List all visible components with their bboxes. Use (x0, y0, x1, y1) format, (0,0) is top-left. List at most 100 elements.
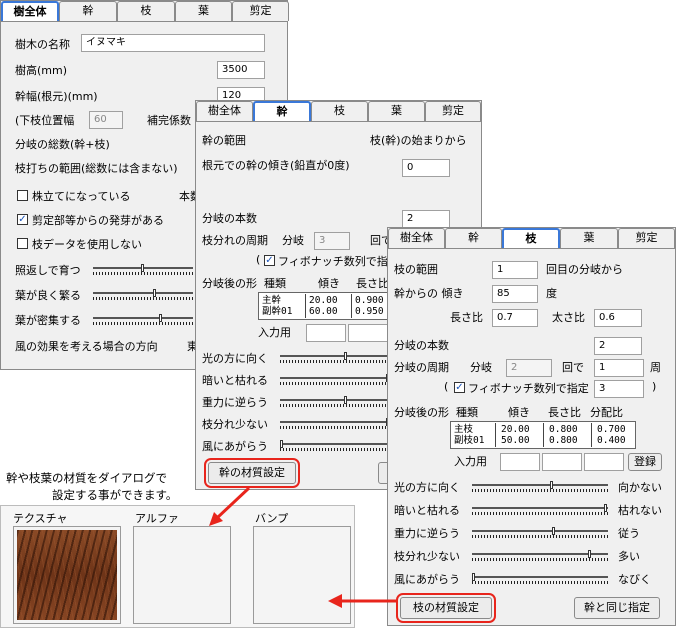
fib-paren: ( (256, 253, 261, 266)
branch-range-input[interactable]: 1 (492, 261, 538, 279)
row2-split: 0.400 (597, 435, 626, 446)
trunk-range-label: 幹の範囲 (202, 134, 246, 147)
tab-leaf[interactable]: 葉 (175, 1, 232, 21)
tab-prune[interactable]: 剪定 (232, 1, 289, 21)
trunk-material-button[interactable]: 幹の材質設定 (204, 458, 300, 488)
input-field-3[interactable] (584, 453, 624, 471)
table-divider (495, 423, 496, 447)
row1-kind: 主枝 (454, 424, 474, 435)
coef-label: 補完係数 (147, 114, 191, 127)
tab-trunk[interactable]: 幹 (253, 101, 311, 121)
tab-branch[interactable]: 枝 (502, 228, 560, 248)
fibonacci-checkbox[interactable]: ✓ (454, 382, 465, 393)
bump-label: バンプ (255, 512, 289, 525)
tab-prune[interactable]: 剪定 (425, 101, 481, 121)
input-field-1[interactable] (306, 324, 346, 342)
row1-split: 0.700 (597, 424, 626, 435)
row1-tilt: 20.00 (309, 295, 338, 306)
slider-label-1: 光の方に向く (202, 352, 268, 365)
branch-count-input[interactable]: 2 (402, 210, 450, 228)
row1-tilt: 20.00 (501, 424, 530, 435)
tree-height-input[interactable]: 3500 (217, 61, 265, 79)
same-as-trunk-button[interactable]: 幹と同じ指定 (574, 597, 660, 619)
leaf-dense-label: 葉が密集する (15, 314, 81, 327)
slider-right-4: 多い (618, 550, 640, 563)
tab-tree-whole[interactable]: 樹全体 (196, 101, 253, 121)
gravity-slider[interactable] (280, 396, 390, 408)
row1-length: 0.800 (549, 424, 578, 435)
alpha-preview[interactable] (133, 526, 231, 624)
wind-slider[interactable] (472, 573, 608, 585)
tab-tree-whole[interactable]: 樹全体 (388, 228, 445, 248)
branch-range-suffix: 回目の分岐から (546, 263, 623, 276)
fibonacci-input[interactable]: 3 (594, 380, 644, 398)
caption-line-2: 設定する事ができます。 (52, 488, 178, 502)
length-ratio-input[interactable]: 0.7 (492, 309, 538, 327)
tab-leaf[interactable]: 葉 (368, 101, 425, 121)
input-field-2[interactable] (348, 324, 388, 342)
wind-slider[interactable] (280, 440, 390, 452)
caption-line-1: 幹や枝葉の材質をダイアログで (6, 471, 167, 485)
branch-period-input[interactable]: 3 (314, 232, 350, 250)
gravity-slider[interactable] (472, 527, 608, 539)
slider-label-4: 枝分れ少ない (394, 550, 460, 563)
input-label: 入力用 (454, 455, 487, 468)
branch-count-input[interactable]: 2 (594, 337, 642, 355)
tab-bar: 樹全体 幹 枝 葉 剪定 (388, 228, 675, 248)
slider-label-3: 重力に逆らう (202, 396, 268, 409)
col-tilt: 傾き (508, 406, 530, 419)
lower-branch-input[interactable]: 60 (89, 111, 123, 129)
fibonacci-label: フィボナッチ数列で指定 (278, 255, 399, 268)
row2-tilt: 50.00 (501, 435, 530, 446)
col-kind: 種類 (456, 406, 478, 419)
start-from-label: 枝(幹)の始まりから (370, 134, 467, 147)
reflect-growth-slider[interactable] (93, 264, 193, 276)
register-button[interactable]: 登録 (628, 453, 662, 471)
trunk-tilt-input[interactable]: 0 (402, 159, 450, 177)
tab-branch[interactable]: 枝 (311, 101, 368, 121)
row2-length: 0.950 (355, 306, 384, 317)
dark-slider[interactable] (472, 504, 608, 516)
tree-name-label: 樹木の名称 (15, 38, 70, 51)
tab-prune[interactable]: 剪定 (618, 228, 675, 248)
branching-slider[interactable] (280, 418, 390, 430)
input-field-1[interactable] (500, 453, 540, 471)
branch-period-input[interactable]: 2 (506, 359, 552, 377)
fibonacci-checkbox[interactable]: ✓ (264, 255, 275, 266)
branch-period-input-2[interactable]: 1 (594, 359, 644, 377)
branch-period-sub: 分岐 (282, 234, 304, 247)
table-divider (543, 423, 544, 447)
tab-trunk[interactable]: 幹 (59, 1, 117, 21)
input-field-2[interactable] (542, 453, 582, 471)
tab-tree-whole[interactable]: 樹全体 (1, 1, 59, 21)
leaf-thick-slider[interactable] (93, 289, 193, 301)
dark-slider[interactable] (280, 374, 390, 386)
trunk-shape-table[interactable]: 主幹 20.00 0.900 副幹01 60.00 0.950 (258, 292, 388, 320)
multi-stem-checkbox[interactable] (17, 190, 28, 201)
branching-slider[interactable] (472, 550, 608, 562)
wind-direction-label: 風の効果を考える場合の方向 (15, 340, 158, 353)
thickness-ratio-input[interactable]: 0.6 (594, 309, 642, 327)
tab-trunk[interactable]: 幹 (445, 228, 502, 248)
tab-branch[interactable]: 枝 (117, 1, 175, 21)
input-label: 入力用 (258, 326, 291, 339)
branch-period-unit-2: 周 (650, 361, 661, 374)
tree-height-label: 樹高(mm) (15, 64, 68, 77)
branch-angle-label: 幹からの 傾き (394, 287, 464, 300)
texture-preview[interactable] (13, 526, 121, 624)
branch-material-button[interactable]: 枝の材質設定 (396, 593, 496, 623)
fibonacci-label: フィボナッチ数列で指定 (468, 382, 589, 395)
branch-angle-input[interactable]: 85 (492, 285, 538, 303)
prune-range-label: 枝打ちの範囲(総数には含まない) (15, 162, 178, 175)
sprout-checkbox[interactable]: ✓ (17, 214, 28, 225)
branch-period-sub: 分岐 (470, 361, 492, 374)
light-slider[interactable] (280, 352, 390, 364)
branch-period-label: 枝分れの周期 (202, 234, 268, 247)
tab-leaf[interactable]: 葉 (560, 228, 618, 248)
col-tilt: 傾き (318, 277, 340, 290)
branch-shape-table[interactable]: 主枝 20.00 0.800 0.700 副枝01 50.00 0.800 0.… (450, 421, 636, 449)
tree-name-input[interactable]: イヌマキ (81, 34, 265, 52)
no-branch-data-checkbox[interactable] (17, 238, 28, 249)
light-slider[interactable] (472, 481, 608, 493)
leaf-dense-slider[interactable] (93, 314, 193, 326)
